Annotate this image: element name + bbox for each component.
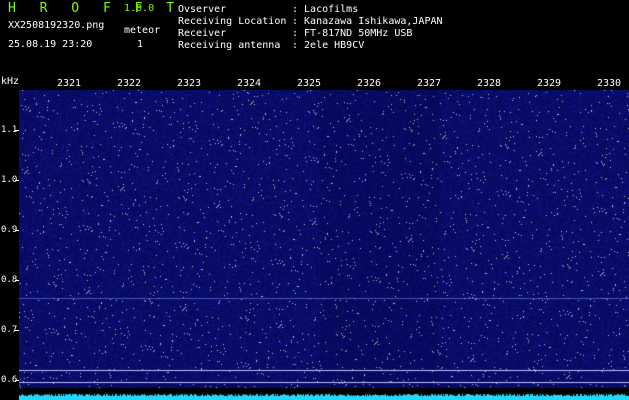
info-key: Receiving Location [178, 16, 287, 27]
time-axis: 2321 2322 2323 2324 2325 2326 2327 2328 … [19, 76, 629, 90]
time-tick: 2323 [176, 78, 202, 89]
time-tick: 2326 [356, 78, 382, 89]
time-tick: 2322 [116, 78, 142, 89]
meteor-count: 1 [137, 39, 144, 50]
info-row-observer: Ovserver : Lacofilms [178, 4, 443, 16]
frequency-axis: kHz 1.1 1.0 0.9 0.8 0.7 0.6 [0, 76, 19, 400]
info-value: : 2ele HB9CV [292, 40, 365, 51]
time-tick: 2328 [476, 78, 502, 89]
time-tick: 2321 [56, 78, 82, 89]
file-name: XX2508192320.png [8, 20, 105, 31]
app-version: 1.0.0 [124, 3, 155, 14]
spectrogram-panel: 2321 2322 2323 2324 2325 2326 2327 2328 … [0, 76, 629, 400]
info-row-antenna: Receiving antenna : 2ele HB9CV [178, 40, 443, 52]
app-title: H R O F F T [8, 1, 183, 16]
info-row-receiver: Receiver : FT-817ND 50MHz USB [178, 28, 443, 40]
info-value: : Kanazawa Ishikawa,JAPAN [292, 16, 443, 27]
station-info: Ovserver : Lacofilms Receiving Location … [178, 4, 443, 52]
meteor-label: meteor [124, 25, 161, 36]
info-value: : FT-817ND 50MHz USB [292, 28, 413, 39]
time-tick: 2324 [236, 78, 262, 89]
info-row-location: Receiving Location : Kanazawa Ishikawa,J… [178, 16, 443, 28]
header-panel: H R O F F T 1.0.0 XX2508192320.png meteo… [0, 0, 629, 76]
spectrogram-image [19, 90, 629, 400]
info-key: Receiver [178, 28, 227, 39]
frequency-unit: kHz [1, 76, 20, 87]
time-tick: 2327 [416, 78, 442, 89]
info-key: Ovserver [178, 4, 227, 15]
time-tick: 2330 [596, 78, 622, 89]
info-key: Receiving antenna [178, 40, 281, 51]
info-value: : Lacofilms [292, 4, 359, 15]
time-tick: 2325 [296, 78, 322, 89]
time-tick: 2329 [536, 78, 562, 89]
date-time: 25.08.19 23:20 [8, 39, 93, 50]
